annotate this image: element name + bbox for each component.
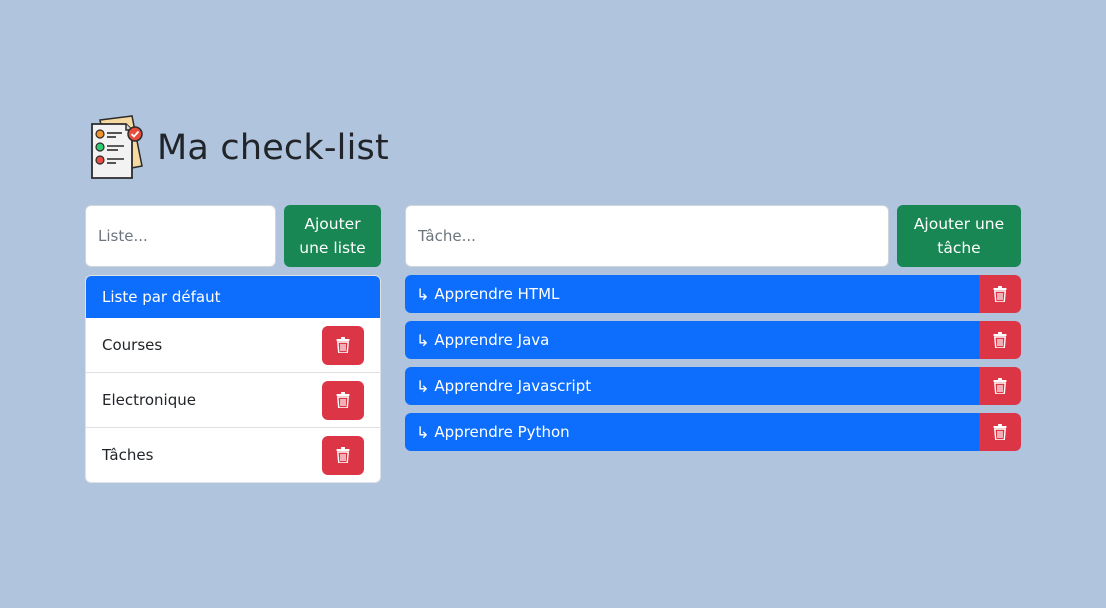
subdirectory-arrow-icon: ↳ (416, 422, 430, 442)
add-task-button[interactable]: Ajouter une tâche (897, 205, 1021, 267)
task-item: ↳ Apprendre HTML (405, 275, 1021, 313)
list-item[interactable]: Electronique (86, 372, 380, 427)
app-header: Ma check-list (86, 114, 389, 182)
trash-icon (993, 286, 1007, 302)
list-item-label: Courses (102, 336, 163, 354)
trash-icon (336, 447, 350, 463)
task-item: ↳ Apprendre Python (405, 413, 1021, 451)
delete-list-button[interactable] (322, 325, 364, 365)
task-list: ↳ Apprendre HTML ↳ Apprendre Java ↳ Appr… (405, 275, 1021, 459)
delete-task-button[interactable] (979, 321, 1021, 359)
delete-list-button[interactable] (322, 435, 364, 475)
subdirectory-arrow-icon: ↳ (416, 376, 430, 396)
task-label: Apprendre Java (434, 331, 550, 349)
subdirectory-arrow-icon: ↳ (416, 330, 430, 350)
trash-icon (993, 332, 1007, 348)
task-item-label-area[interactable]: ↳ Apprendre HTML (405, 275, 979, 313)
delete-task-button[interactable] (979, 367, 1021, 405)
subdirectory-arrow-icon: ↳ (416, 284, 430, 304)
trash-icon (336, 337, 350, 353)
task-label: Apprendre HTML (434, 285, 560, 303)
list-item-label: Liste par défaut (102, 288, 221, 306)
task-item-label-area[interactable]: ↳ Apprendre Python (405, 413, 979, 451)
trash-icon (993, 378, 1007, 394)
add-list-button[interactable]: Ajouter une liste (284, 205, 381, 267)
lists-panel: Liste par défaut Courses Electronique Tâ… (85, 275, 381, 483)
task-label: Apprendre Python (434, 423, 570, 441)
task-item: ↳ Apprendre Javascript (405, 367, 1021, 405)
list-item-label: Tâches (102, 446, 154, 464)
task-label: Apprendre Javascript (434, 377, 592, 395)
task-item: ↳ Apprendre Java (405, 321, 1021, 359)
checklist-clipboard-icon (91, 115, 143, 179)
list-item[interactable]: Courses (86, 318, 380, 372)
trash-icon (336, 392, 350, 408)
delete-task-button[interactable] (979, 275, 1021, 313)
delete-list-button[interactable] (322, 380, 364, 420)
task-item-label-area[interactable]: ↳ Apprendre Java (405, 321, 979, 359)
list-item-active[interactable]: Liste par défaut (86, 276, 380, 318)
list-item[interactable]: Tâches (86, 427, 380, 482)
list-name-input[interactable] (85, 205, 276, 267)
delete-task-button[interactable] (979, 413, 1021, 451)
task-name-input[interactable] (405, 205, 889, 267)
page-title: Ma check-list (157, 128, 389, 168)
list-item-label: Electronique (102, 391, 196, 409)
task-item-label-area[interactable]: ↳ Apprendre Javascript (405, 367, 979, 405)
trash-icon (993, 424, 1007, 440)
